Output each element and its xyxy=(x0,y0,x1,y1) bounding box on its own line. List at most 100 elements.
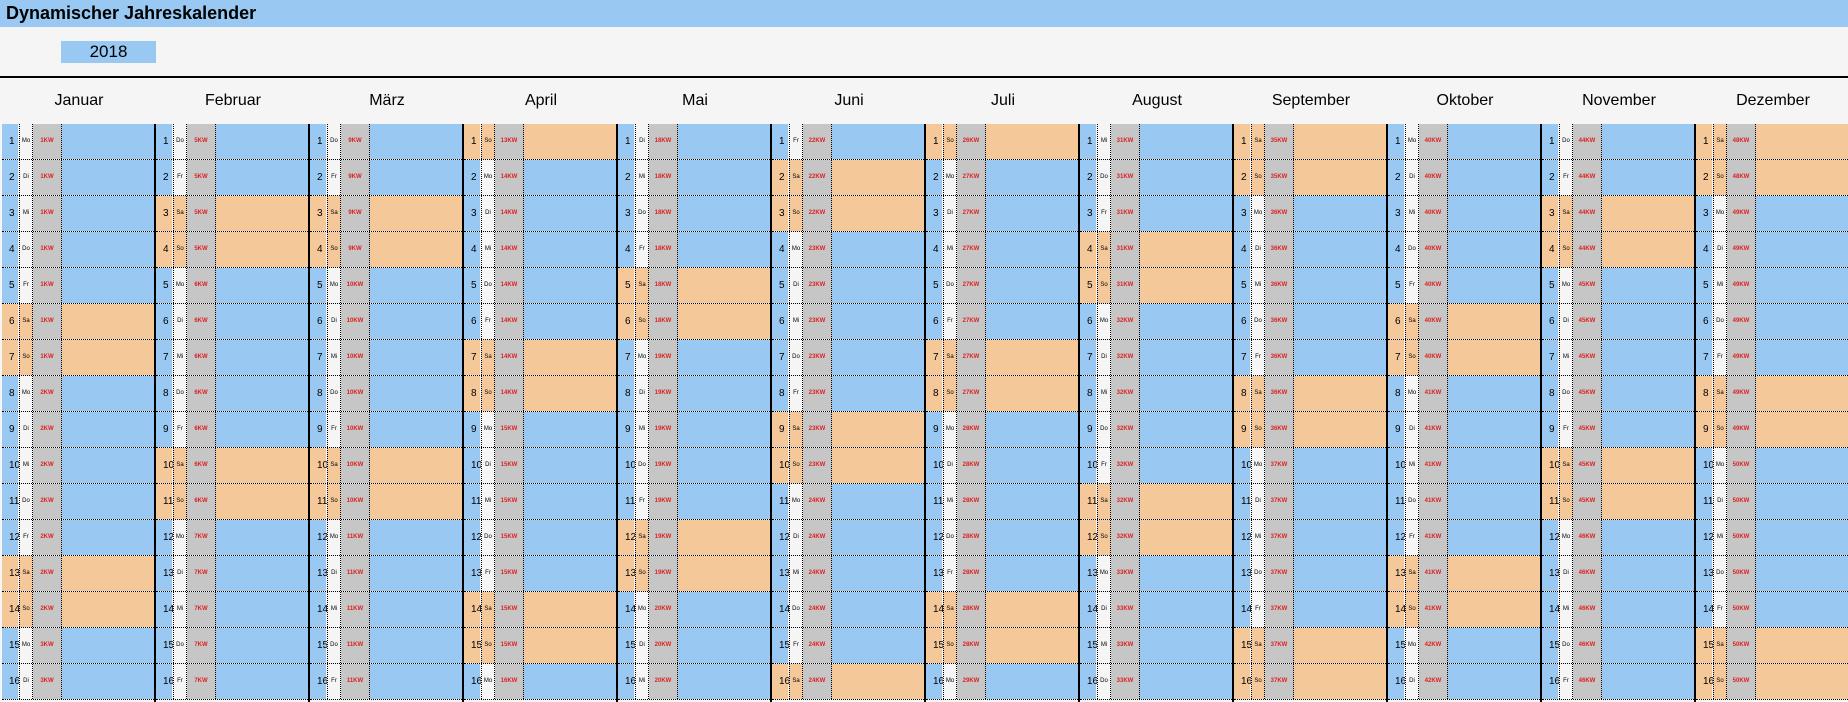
day-entry-area[interactable] xyxy=(524,376,616,411)
day-cell[interactable]: 9 Mo 15KW xyxy=(464,412,616,448)
day-entry-area[interactable] xyxy=(832,520,924,555)
day-cell[interactable]: 7 Mi 6KW xyxy=(156,340,308,376)
day-entry-area[interactable] xyxy=(216,160,308,195)
day-entry-area[interactable] xyxy=(1294,484,1386,519)
day-cell[interactable]: 10 Mi 2KW xyxy=(2,448,154,484)
day-entry-area[interactable] xyxy=(986,628,1078,663)
day-entry-area[interactable] xyxy=(678,268,770,303)
day-cell[interactable]: 3 Fr 31KW xyxy=(1080,196,1232,232)
day-entry-area[interactable] xyxy=(678,556,770,591)
day-cell[interactable]: 2 Fr 9KW xyxy=(310,160,462,196)
day-cell[interactable]: 16 Di 42KW xyxy=(1388,664,1540,700)
day-entry-area[interactable] xyxy=(1602,304,1694,339)
day-cell[interactable]: 11 Fr 19KW xyxy=(618,484,770,520)
day-entry-area[interactable] xyxy=(1602,376,1694,411)
day-entry-area[interactable] xyxy=(216,196,308,231)
day-entry-area[interactable] xyxy=(986,340,1078,375)
day-entry-area[interactable] xyxy=(1448,340,1540,375)
day-cell[interactable]: 12 Do 15KW xyxy=(464,520,616,556)
day-cell[interactable]: 5 Di 23KW xyxy=(772,268,924,304)
day-entry-area[interactable] xyxy=(1602,448,1694,483)
day-cell[interactable]: 14 Mo 20KW xyxy=(618,592,770,628)
day-cell[interactable]: 3 So 22KW xyxy=(772,196,924,232)
day-cell[interactable]: 16 Mo 16KW xyxy=(464,664,616,700)
day-cell[interactable]: 2 Sa 22KW xyxy=(772,160,924,196)
day-entry-area[interactable] xyxy=(986,160,1078,195)
day-cell[interactable]: 6 Do 36KW xyxy=(1234,304,1386,340)
day-cell[interactable]: 8 So 14KW xyxy=(464,376,616,412)
day-entry-area[interactable] xyxy=(832,268,924,303)
day-entry-area[interactable] xyxy=(1756,592,1848,627)
day-cell[interactable]: 12 Mo 7KW xyxy=(156,520,308,556)
day-entry-area[interactable] xyxy=(216,340,308,375)
day-entry-area[interactable] xyxy=(370,124,462,159)
day-cell[interactable]: 13 So 19KW xyxy=(618,556,770,592)
day-entry-area[interactable] xyxy=(216,592,308,627)
day-cell[interactable]: 2 Fr 44KW xyxy=(1542,160,1694,196)
day-entry-area[interactable] xyxy=(1140,448,1232,483)
day-entry-area[interactable] xyxy=(524,196,616,231)
day-cell[interactable]: 14 Sa 15KW xyxy=(464,592,616,628)
day-entry-area[interactable] xyxy=(678,628,770,663)
day-entry-area[interactable] xyxy=(832,412,924,447)
day-cell[interactable]: 1 Do 5KW xyxy=(156,124,308,160)
day-entry-area[interactable] xyxy=(216,268,308,303)
day-entry-area[interactable] xyxy=(524,484,616,519)
day-cell[interactable]: 9 Di 2KW xyxy=(2,412,154,448)
day-cell[interactable]: 8 Mo 2KW xyxy=(2,376,154,412)
day-cell[interactable]: 7 So 40KW xyxy=(1388,340,1540,376)
day-cell[interactable]: 1 Mo 1KW xyxy=(2,124,154,160)
day-entry-area[interactable] xyxy=(986,196,1078,231)
day-cell[interactable]: 11 Sa 32KW xyxy=(1080,484,1232,520)
day-cell[interactable]: 3 Di 27KW xyxy=(926,196,1078,232)
day-entry-area[interactable] xyxy=(678,484,770,519)
day-cell[interactable]: 13 Fr 15KW xyxy=(464,556,616,592)
day-entry-area[interactable] xyxy=(1602,484,1694,519)
day-entry-area[interactable] xyxy=(678,304,770,339)
day-cell[interactable]: 4 Sa 31KW xyxy=(1080,232,1232,268)
day-cell[interactable]: 5 Sa 18KW xyxy=(618,268,770,304)
day-entry-area[interactable] xyxy=(1756,484,1848,519)
day-cell[interactable]: 3 Di 14KW xyxy=(464,196,616,232)
day-cell[interactable]: 15 Do 7KW xyxy=(156,628,308,664)
day-cell[interactable]: 5 Fr 1KW xyxy=(2,268,154,304)
day-entry-area[interactable] xyxy=(524,124,616,159)
day-entry-area[interactable] xyxy=(1140,520,1232,555)
day-entry-area[interactable] xyxy=(986,304,1078,339)
day-entry-area[interactable] xyxy=(1448,304,1540,339)
day-entry-area[interactable] xyxy=(1140,412,1232,447)
day-entry-area[interactable] xyxy=(1448,196,1540,231)
day-cell[interactable]: 6 Mi 23KW xyxy=(772,304,924,340)
day-cell[interactable]: 12 Mi 37KW xyxy=(1234,520,1386,556)
day-entry-area[interactable] xyxy=(1602,520,1694,555)
day-entry-area[interactable] xyxy=(1448,484,1540,519)
day-cell[interactable]: 12 Mo 46KW xyxy=(1542,520,1694,556)
day-cell[interactable]: 1 So 26KW xyxy=(926,124,1078,160)
day-cell[interactable]: 4 Di 36KW xyxy=(1234,232,1386,268)
day-entry-area[interactable] xyxy=(832,160,924,195)
day-entry-area[interactable] xyxy=(1448,232,1540,267)
day-entry-area[interactable] xyxy=(524,232,616,267)
day-cell[interactable]: 4 So 44KW xyxy=(1542,232,1694,268)
day-cell[interactable]: 13 Do 37KW xyxy=(1234,556,1386,592)
day-cell[interactable]: 1 Mi 31KW xyxy=(1080,124,1232,160)
day-entry-area[interactable] xyxy=(832,592,924,627)
day-cell[interactable]: 8 Do 10KW xyxy=(310,376,462,412)
day-cell[interactable]: 10 Sa 6KW xyxy=(156,448,308,484)
day-entry-area[interactable] xyxy=(1448,628,1540,663)
day-entry-area[interactable] xyxy=(1756,556,1848,591)
day-cell[interactable]: 7 Sa 27KW xyxy=(926,340,1078,376)
day-cell[interactable]: 4 Fr 18KW xyxy=(618,232,770,268)
day-entry-area[interactable] xyxy=(370,304,462,339)
day-cell[interactable]: 12 Do 28KW xyxy=(926,520,1078,556)
day-cell[interactable]: 11 Di 37KW xyxy=(1234,484,1386,520)
day-entry-area[interactable] xyxy=(1140,124,1232,159)
day-entry-area[interactable] xyxy=(524,268,616,303)
day-entry-area[interactable] xyxy=(216,124,308,159)
day-entry-area[interactable] xyxy=(370,448,462,483)
day-cell[interactable]: 1 So 13KW xyxy=(464,124,616,160)
day-entry-area[interactable] xyxy=(1294,304,1386,339)
day-cell[interactable]: 15 Sa 50KW xyxy=(1696,628,1848,664)
day-cell[interactable]: 14 Mi 7KW xyxy=(156,592,308,628)
day-entry-area[interactable] xyxy=(1602,664,1694,699)
